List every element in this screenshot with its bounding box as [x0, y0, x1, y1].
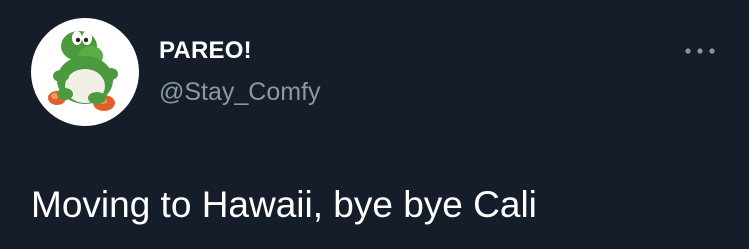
- tweet-text: Moving to Hawaii, bye bye Cali: [31, 184, 537, 225]
- author-display-name[interactable]: PAREO!: [159, 37, 252, 65]
- yoshi-avatar-icon: [48, 31, 118, 111]
- more-options-button[interactable]: [683, 42, 717, 60]
- tweet-card: PAREO! @Stay_Comfy Moving to Hawaii, bye…: [0, 0, 749, 249]
- more-horizontal-icon: [685, 48, 715, 54]
- avatar[interactable]: [31, 18, 139, 126]
- author-handle[interactable]: @Stay_Comfy: [159, 77, 321, 107]
